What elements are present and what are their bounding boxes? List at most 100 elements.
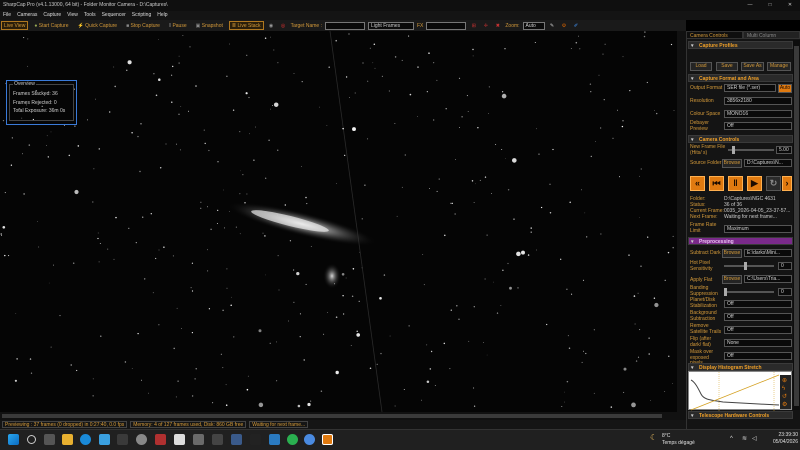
app-icon-7[interactable] [231, 434, 242, 445]
menu-cameras[interactable]: Cameras [17, 11, 37, 20]
frame-rate-select[interactable]: Maximum [724, 225, 792, 233]
new-frame-slider[interactable] [728, 146, 774, 154]
tab-multi-column[interactable]: Multi Column [743, 31, 800, 39]
app-icon-5[interactable] [193, 434, 204, 445]
settings-icon[interactable]: ⚙ [782, 401, 787, 408]
circle-icon[interactable]: ◉ [267, 21, 276, 30]
slider-handle[interactable] [744, 262, 747, 270]
capture-format-header[interactable]: ▾ Capture Format and Area [688, 74, 793, 82]
quick-capture-button[interactable]: ⚡ Quick Capture [74, 21, 120, 30]
panel-scroll-thumb[interactable] [794, 46, 799, 406]
subtract-dark-select[interactable]: E:\darks\Mini... [744, 249, 792, 257]
edge-icon[interactable] [80, 434, 91, 445]
start-icon[interactable] [8, 434, 19, 445]
telescope-header[interactable]: ▾ Telescope Hardware Controls [688, 411, 793, 419]
auto-button[interactable]: Auto [778, 84, 792, 93]
save-as-button[interactable]: Save As [741, 62, 764, 71]
browse-flat-button[interactable]: Browse [722, 275, 742, 284]
background-subtraction-select[interactable]: Off [724, 313, 792, 321]
pause-button[interactable]: ‖ Pause [166, 21, 190, 30]
menu-sequencer[interactable]: Sequencer [102, 11, 126, 20]
weather-widget[interactable]: ☾ 8°C Temps dégagé [650, 433, 695, 447]
scroll-thumb[interactable] [2, 414, 662, 418]
panel-scrollbar[interactable] [793, 40, 800, 410]
manage-button[interactable]: Manage [767, 62, 791, 71]
colour-space-select[interactable]: MONO16 [724, 110, 792, 118]
sharpcap-taskbar-icon[interactable] [322, 434, 333, 445]
app-icon-8[interactable] [250, 434, 261, 445]
menu-view[interactable]: View [67, 11, 78, 20]
search-icon[interactable] [27, 435, 36, 444]
play-button[interactable]: ▶ [747, 176, 762, 191]
pause-playback-button[interactable]: ‖ [728, 176, 743, 191]
menu-help[interactable]: Help [157, 11, 167, 20]
fx-tools-icon[interactable]: ✖ [493, 21, 502, 30]
hot-pixel-value[interactable]: 0 [778, 262, 792, 270]
loop-button[interactable]: ↻ [766, 176, 781, 191]
source-folder-select[interactable]: D:\Captures\N... [744, 159, 792, 167]
banding-slider[interactable] [724, 288, 774, 296]
preprocessing-header[interactable]: ▾ Preprocessing [688, 237, 793, 245]
step-back-button[interactable]: ⏮ [709, 176, 724, 191]
slider-handle[interactable] [724, 288, 727, 296]
tab-camera-controls[interactable]: Camera Controls [686, 31, 743, 39]
histogram-header[interactable]: ▾ Display Histogram Stretch [688, 363, 793, 371]
apply-flat-select[interactable]: C:\Users\Tria... [744, 275, 792, 283]
image-viewport[interactable]: Overview Frames Stacked: 36 Frames Rejec… [0, 31, 677, 412]
menu-capture[interactable]: Capture [43, 11, 61, 20]
frame-type-select[interactable]: Light Frames [367, 21, 414, 30]
browse-source-button[interactable]: Browse [722, 159, 742, 168]
hot-pixel-slider[interactable] [724, 262, 774, 270]
camera-controls-header[interactable]: ▾ Camera Controls [688, 135, 793, 143]
output-format-select[interactable]: SER file (*.ser) [724, 84, 776, 92]
maximize-button[interactable]: □ [760, 0, 780, 11]
planet-stabilization-select[interactable]: Off [724, 300, 792, 308]
load-button[interactable]: Load [690, 62, 712, 71]
fx-select[interactable] [426, 21, 467, 30]
app-icon-11[interactable] [304, 434, 315, 445]
menu-file[interactable]: File [3, 11, 11, 20]
store-icon[interactable] [99, 434, 110, 445]
task-view-icon[interactable] [44, 434, 55, 445]
speaker-icon[interactable]: ◁ [752, 435, 757, 442]
target-icon[interactable]: ◎ [279, 21, 288, 30]
app-icon-9[interactable] [269, 434, 280, 445]
app-icon-3[interactable] [155, 434, 166, 445]
rewind-button[interactable]: « [690, 176, 705, 191]
zoom-select[interactable]: Auto [522, 21, 545, 30]
zoom-icon[interactable]: ⊕ [782, 378, 787, 384]
browse-dark-button[interactable]: Browse [722, 249, 742, 258]
app-icon[interactable] [117, 434, 128, 445]
wifi-icon[interactable]: ≋ [742, 435, 747, 442]
app-icon-2[interactable] [136, 434, 147, 445]
clock[interactable]: 23:39:30 05/04/2026 [773, 432, 798, 446]
new-frame-value[interactable]: 5.00 [776, 146, 792, 154]
viewport-vertical-scrollbar[interactable] [677, 31, 686, 412]
debayer-select[interactable]: Off [724, 122, 792, 130]
live-view-button[interactable]: Live View [1, 21, 29, 30]
file-explorer-icon[interactable] [62, 434, 73, 445]
grid-icon[interactable]: ⊞ [469, 21, 478, 30]
satellite-trails-select[interactable]: Off [724, 326, 792, 334]
save-button[interactable]: Save [716, 62, 738, 71]
settings-icon[interactable]: ⚙ [560, 21, 569, 30]
dropper-icon[interactable]: ✐ [572, 21, 581, 30]
start-capture-button[interactable]: ● Start Capture [31, 21, 71, 30]
close-button[interactable]: ✕ [780, 0, 800, 11]
histogram-chart[interactable]: ⊕ ϟ ↺ ⚙ [688, 371, 792, 411]
viewport-horizontal-scrollbar[interactable] [0, 412, 686, 420]
menu-scripting[interactable]: Scripting [132, 11, 151, 20]
minimize-button[interactable]: — [740, 0, 760, 11]
live-stack-button[interactable]: ≣ Live Stack [228, 21, 264, 30]
stop-capture-button[interactable]: ■ Stop Capture [123, 21, 163, 30]
fast-forward-button[interactable]: › [782, 176, 792, 191]
banding-value[interactable]: 0 [778, 288, 792, 296]
tray-chevron-icon[interactable]: ^ [730, 436, 733, 442]
target-name-input[interactable] [324, 21, 365, 30]
capture-profiles-header[interactable]: ▾ Capture Profiles [688, 41, 793, 49]
app-icon-10[interactable] [287, 434, 298, 445]
color-picker-icon[interactable]: ✎ [548, 21, 557, 30]
app-icon-6[interactable] [212, 434, 223, 445]
reset-icon[interactable]: ↺ [782, 393, 787, 400]
flip-select[interactable]: None [724, 339, 792, 347]
